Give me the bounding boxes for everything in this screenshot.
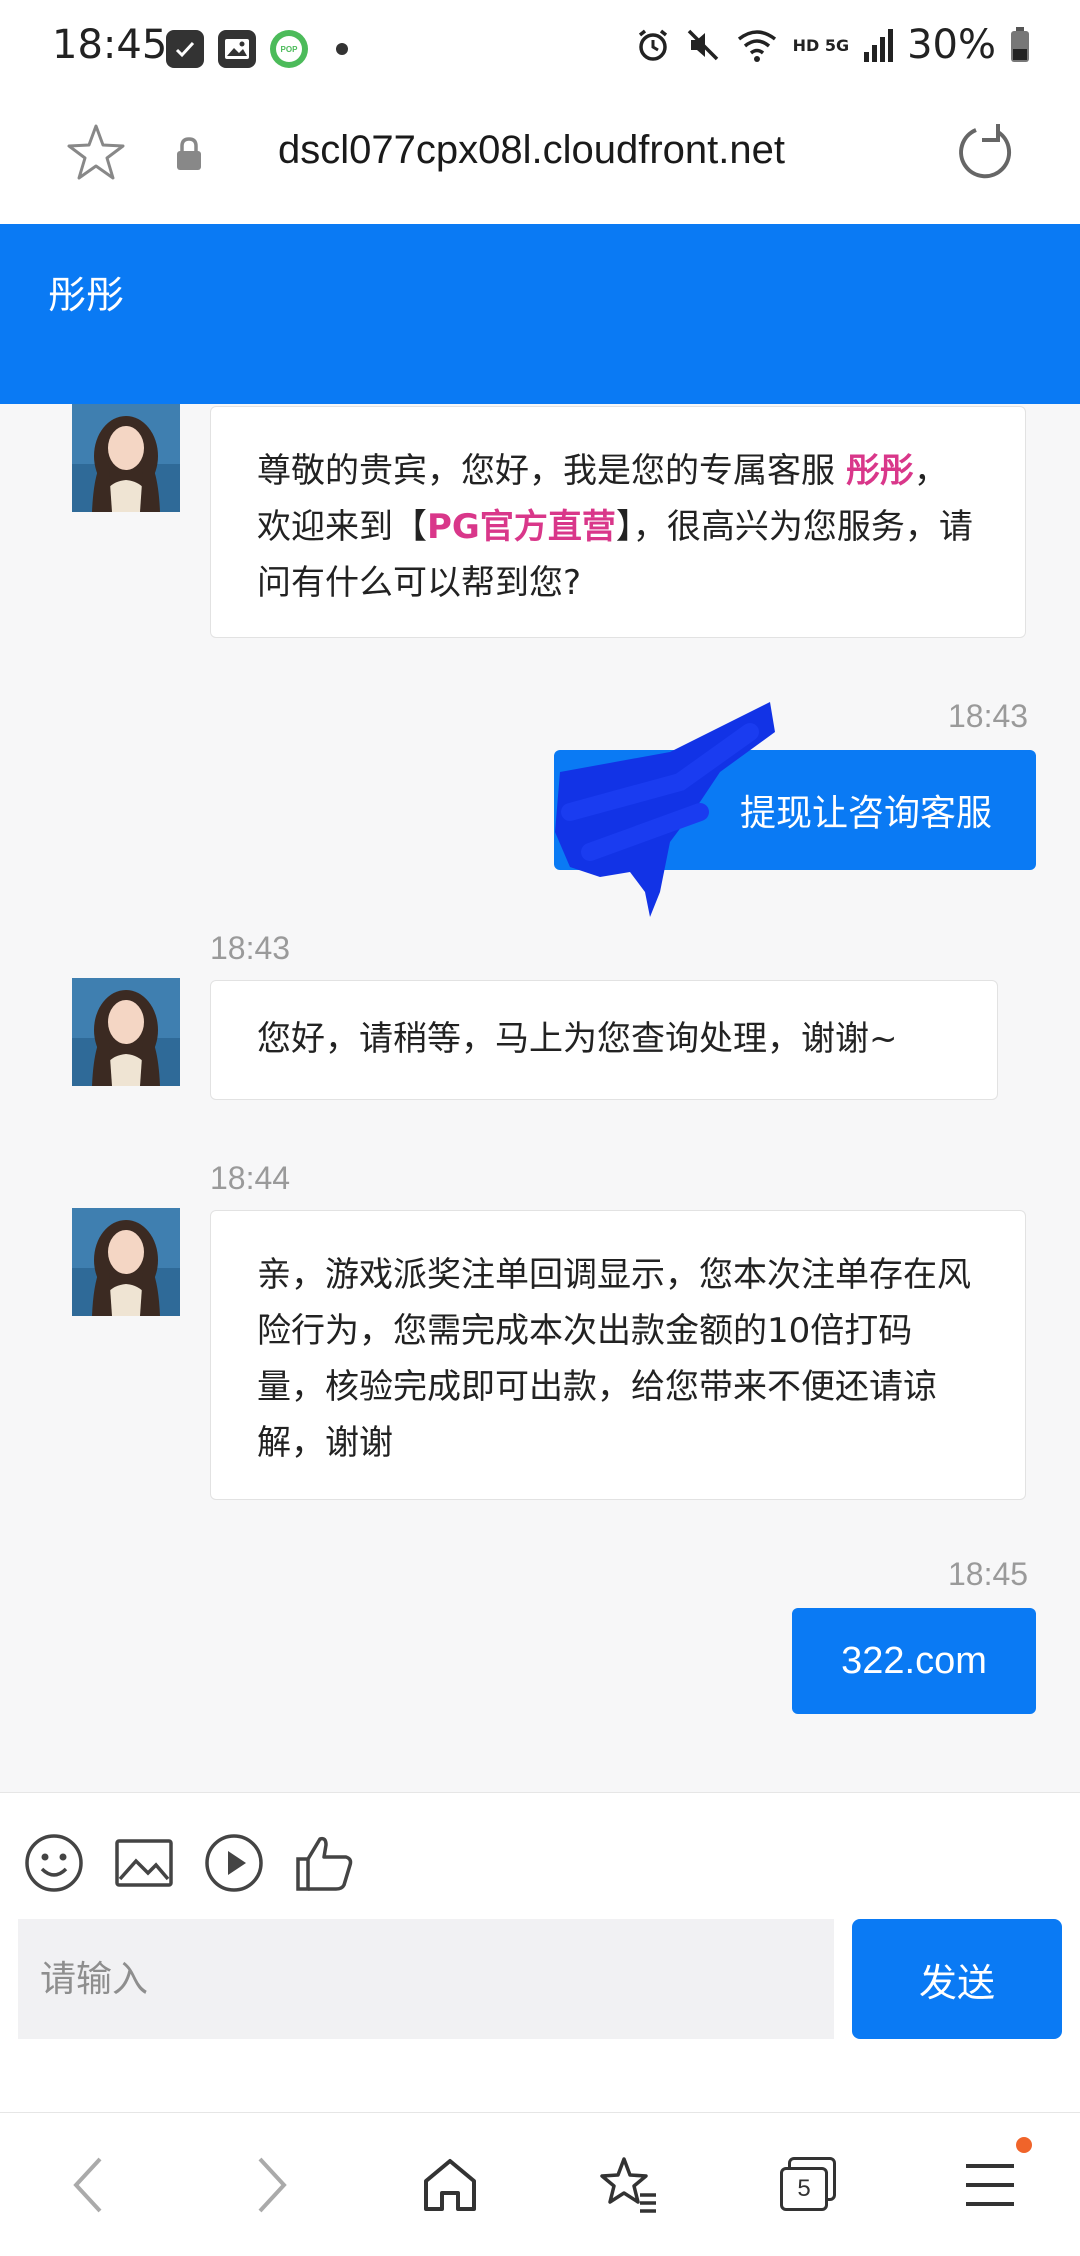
wifi-icon: [737, 30, 776, 62]
status-bar: 18:45 POP HD 5G 30%: [0, 0, 1080, 100]
tabs-icon[interactable]: 5: [768, 2145, 848, 2225]
image-upload-icon[interactable]: [112, 1831, 176, 1895]
agent-message-bubble: 亲，游戏派奖注单回调显示，您本次注单存在风险行为，您需完成本次出款金额的10倍打…: [210, 1210, 1026, 1500]
browser-url-bar: dscl077cpx08l.cloudfront.net: [0, 100, 1080, 224]
image-notification-icon: [218, 30, 256, 68]
message-timestamp: 18:44: [210, 1160, 291, 1196]
send-button[interactable]: 发送: [852, 1919, 1062, 2039]
signal-icon: [864, 29, 894, 62]
thumbs-up-icon[interactable]: [292, 1831, 356, 1895]
browser-bottom-nav: 5: [0, 2112, 1080, 2256]
more-notifications-dot: [336, 43, 348, 55]
bookmark-star-icon[interactable]: [64, 120, 128, 184]
battery-percent: 30%: [907, 22, 996, 68]
message-composer: 发送: [0, 1792, 1080, 2112]
battery-icon: [1011, 27, 1029, 62]
message-text: 尊敬的贵宾，您好，我是您的专属客服: [257, 451, 846, 491]
message-text: 亲，游戏派奖注单回调显示，您本次注单存在风险行为，您需完成本次出款金额的10倍打…: [257, 1255, 971, 1463]
message-timestamp: 18:43: [948, 698, 1029, 734]
message-timestamp: 18:45: [948, 1556, 1029, 1592]
message-text: 您好，请稍等，马上为您查询处理，谢谢~: [257, 1019, 898, 1059]
status-time: 18:45: [52, 22, 168, 68]
video-play-icon[interactable]: [202, 1831, 266, 1895]
reload-icon[interactable]: [954, 120, 1018, 184]
message-input[interactable]: [18, 1919, 834, 2039]
agent-avatar: [72, 1208, 180, 1316]
redaction-scribble: [555, 702, 775, 917]
message-text: 322.com: [841, 1639, 987, 1682]
url-text[interactable]: dscl077cpx08l.cloudfront.net: [278, 128, 785, 173]
app-notification-icon: [166, 30, 204, 68]
chat-header: 彤彤: [0, 224, 1080, 404]
forward-icon[interactable]: [232, 2145, 312, 2225]
network-type: HD 5G: [792, 35, 850, 55]
agent-avatar: [72, 404, 180, 512]
lock-icon: [177, 137, 201, 170]
home-icon[interactable]: [410, 2145, 490, 2225]
agent-message-bubble: 尊敬的贵宾，您好，我是您的专属客服 彤彤，欢迎来到【PG官方直营】，很高兴为您服…: [210, 406, 1026, 638]
back-icon[interactable]: [48, 2145, 128, 2225]
agent-message-bubble: 您好，请稍等，马上为您查询处理，谢谢~: [210, 980, 998, 1100]
agent-avatar: [72, 978, 180, 1086]
alarm-icon: [638, 29, 667, 61]
message-timestamp: 18:43: [210, 930, 291, 966]
emoji-icon[interactable]: [22, 1831, 86, 1895]
menu-notification-dot: [1016, 2137, 1032, 2153]
chat-message-list[interactable]: 尊敬的贵宾，您好，我是您的专属客服 彤彤，欢迎来到【PG官方直营】，很高兴为您服…: [0, 404, 1080, 1792]
user-message-bubble: 322.com: [792, 1608, 1036, 1714]
tab-count: 5: [780, 2167, 828, 2211]
agent-name-title: 彤彤: [48, 273, 125, 317]
agent-name-highlight: 彤彤: [845, 451, 914, 491]
mute-icon: [687, 29, 718, 61]
menu-icon[interactable]: [950, 2145, 1030, 2225]
bookmarks-icon[interactable]: [588, 2145, 668, 2225]
pop-app-icon: POP: [270, 30, 308, 68]
brand-highlight: PG官方直营: [427, 507, 616, 547]
